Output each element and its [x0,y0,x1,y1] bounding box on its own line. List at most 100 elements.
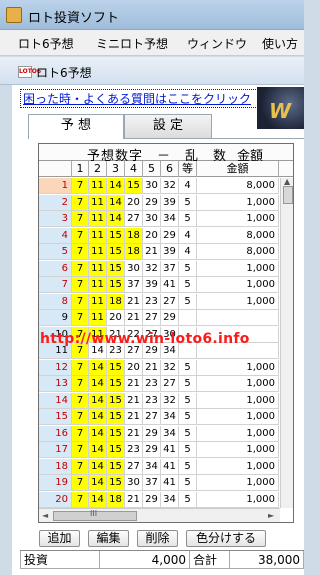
table-row[interactable]: 20 7 14 18 21 29 34 5 1,000 [39,491,279,508]
number-cell: 14 [107,211,125,227]
amount-cell: 8,000 [197,178,279,194]
number-cell: 14 [107,194,125,211]
number-cell: 15 [107,277,125,293]
number-cell: 30 [143,211,161,227]
help-link[interactable]: 困った時・よくある質問はここをクリック [20,89,266,108]
row-number[interactable]: 19 [39,475,73,491]
table-row[interactable]: 18 7 14 15 27 34 41 5 1,000 [39,458,279,475]
number-cell: 23 [125,442,143,458]
row-number[interactable]: 3 [39,211,73,227]
delete-button[interactable]: 削除 [137,530,178,547]
grid-vertical-scrollbar[interactable]: ▲ [280,177,293,508]
row-number[interactable]: 14 [39,392,73,409]
scroll-grip-icon: III [90,509,98,518]
table-row[interactable]: 12 7 14 15 20 21 32 5 1,000 [39,359,279,376]
row-number[interactable]: 12 [39,359,73,376]
number-cell: 14 [89,376,107,392]
row-number[interactable]: 15 [39,409,73,425]
menu-window[interactable]: ウィンドウ [187,35,247,52]
row-number[interactable]: 16 [39,425,73,442]
number-cell: 27 [125,458,143,475]
table-row[interactable]: 9 7 11 20 21 27 29 [39,310,279,326]
number-cell: 7 [72,376,89,392]
row-number[interactable]: 5 [39,244,73,260]
scroll-right-icon[interactable]: ► [268,511,274,520]
table-row[interactable]: 2 7 11 14 20 29 39 5 1,000 [39,194,279,211]
total-label: 合計 [190,551,230,569]
table-row[interactable]: 8 7 11 18 21 23 27 5 1,000 [39,293,279,310]
number-cell: 7 [72,194,89,211]
row-number[interactable]: 7 [39,277,73,293]
number-cell: 7 [72,260,89,277]
number-cell: 18 [125,244,143,260]
amount-cell: 8,000 [197,227,279,244]
number-cell: 27 [143,409,161,425]
amount-cell [197,310,279,326]
number-cell: 39 [161,244,179,260]
row-number[interactable]: 1 [39,178,73,194]
table-row[interactable]: 4 7 11 15 18 20 29 4 8,000 [39,227,279,244]
row-number[interactable]: 8 [39,293,73,310]
row-number[interactable]: 18 [39,458,73,475]
number-cell: 18 [125,227,143,244]
tab-prediction[interactable]: 予 想 [28,114,124,139]
row-number[interactable]: 4 [39,227,73,244]
table-row[interactable]: 15 7 14 15 21 27 34 5 1,000 [39,409,279,425]
table-row[interactable]: 5 7 11 15 18 21 39 4 8,000 [39,244,279,260]
grade-cell: 5 [179,277,197,293]
tab-settings[interactable]: 設 定 [124,114,212,138]
table-row[interactable]: 3 7 11 14 27 30 34 5 1,000 [39,211,279,227]
ad-banner[interactable]: W [257,87,304,129]
row-number[interactable]: 20 [39,491,73,508]
number-cell: 11 [89,227,107,244]
color-code-button[interactable]: 色分けする [186,530,266,547]
menu-miniloto[interactable]: ミニロト予想 [96,35,168,52]
number-cell: 27 [161,376,179,392]
grid-horizontal-scrollbar[interactable]: ◄ III ► [39,508,280,522]
table-row[interactable]: 14 7 14 15 21 23 32 5 1,000 [39,392,279,409]
table-row[interactable]: 7 7 11 15 37 39 41 5 1,000 [39,277,279,293]
number-cell: 15 [107,376,125,392]
number-cell: 15 [125,178,143,194]
number-cell: 29 [161,227,179,244]
vertical-scroll-thumb[interactable] [283,186,293,204]
summary-row: 投資 4,000 合計 38,000 [20,550,304,575]
loto6-doc-icon: LOTO6 [18,66,41,78]
amount-cell: 8,000 [197,244,279,260]
table-row[interactable]: 1 7 11 14 15 30 32 4 8,000 [39,178,279,194]
number-cell: 15 [107,442,125,458]
number-cell: 11 [89,194,107,211]
table-row[interactable]: 17 7 14 15 23 29 41 5 1,000 [39,442,279,458]
row-number[interactable]: 17 [39,442,73,458]
amount-cell: 1,000 [197,376,279,392]
table-row[interactable]: 16 7 14 15 21 29 34 5 1,000 [39,425,279,442]
menu-loto6[interactable]: ロト6予想 [18,35,74,52]
amount-cell: 1,000 [197,475,279,491]
table-row[interactable]: 19 7 14 15 30 37 41 5 1,000 [39,475,279,491]
grade-cell: 4 [179,227,197,244]
column-header: 4 [125,161,143,177]
horizontal-scroll-thumb[interactable]: III [53,509,137,521]
number-cell: 18 [107,293,125,310]
table-row[interactable]: 6 7 11 15 30 32 37 5 1,000 [39,260,279,277]
row-number[interactable]: 9 [39,310,72,326]
number-cell: 14 [89,392,107,409]
number-cell: 14 [89,359,107,376]
edit-button[interactable]: 編集 [88,530,129,547]
row-number[interactable]: 2 [39,194,73,211]
add-button[interactable]: 追加 [39,530,80,547]
number-cell: 11 [89,310,107,326]
menu-help[interactable]: 使い方 [262,35,298,52]
grade-cell: 5 [179,194,197,211]
number-cell: 7 [72,293,89,310]
row-number[interactable]: 13 [39,376,73,392]
column-header: 5 [143,161,161,177]
table-row[interactable]: 13 7 14 15 21 23 27 5 1,000 [39,376,279,392]
column-header-rownum [39,161,72,177]
number-cell: 18 [107,491,125,508]
invest-value: 4,000 [100,551,190,569]
scroll-left-icon[interactable]: ◄ [42,511,48,520]
number-cell: 11 [89,293,107,310]
scroll-up-icon[interactable]: ▲ [284,177,290,186]
row-number[interactable]: 6 [39,260,73,277]
